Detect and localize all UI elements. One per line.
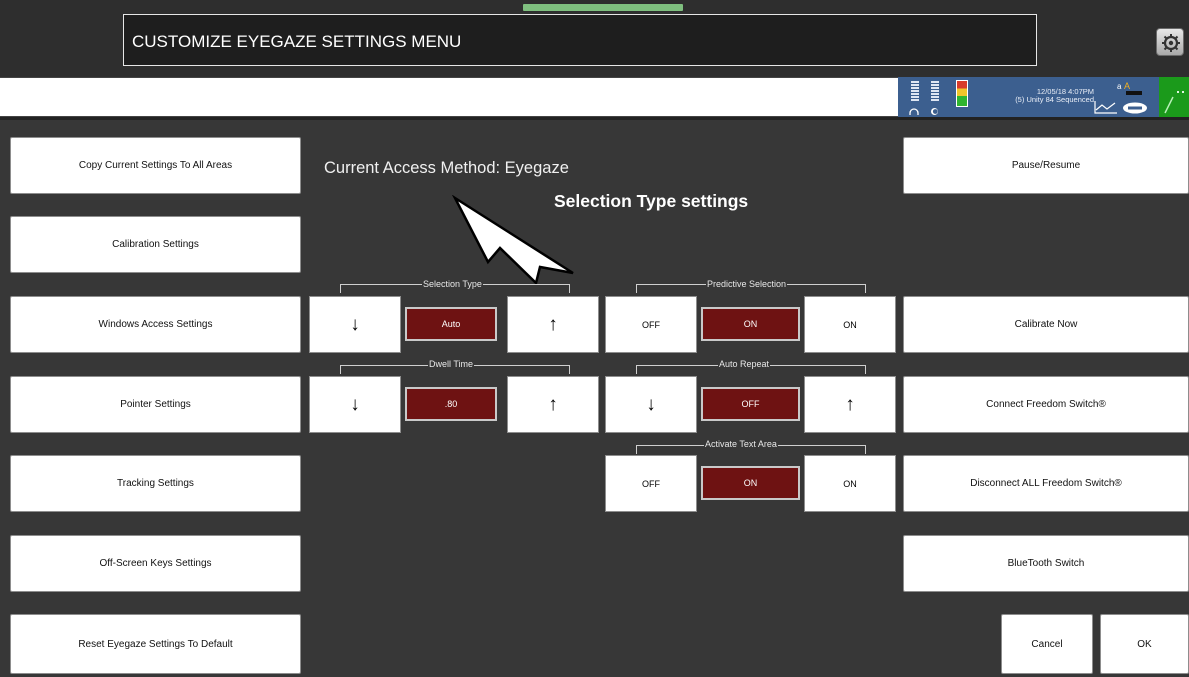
off-screen-keys-settings-button[interactable]: Off-Screen Keys Settings [10, 535, 301, 592]
activate-text-area-value: ON [701, 466, 800, 500]
button-label: Disconnect ALL Freedom Switch® [970, 478, 1122, 489]
selection-type-label: Selection Type [422, 279, 483, 289]
page-title: CUSTOMIZE EYEGAZE SETTINGS MENU [123, 14, 1037, 66]
status-vocabulary: (5) Unity 84 Sequenced [1015, 95, 1094, 104]
activate-text-area-label: Activate Text Area [704, 439, 778, 449]
button-label: OK [1137, 638, 1152, 650]
speech-bubble-icon [1121, 101, 1151, 115]
button-label: Copy Current Settings To All Areas [78, 160, 233, 171]
dwell-time-value: .80 [405, 387, 497, 421]
dwell-time-up-button[interactable]: ↑ [507, 376, 599, 433]
status-text: 12/05/18 4:07PM (5) Unity 84 Sequenced [984, 88, 1094, 104]
battery-icon [956, 80, 968, 107]
predictive-selection-value: ON [701, 307, 800, 341]
auto-repeat-value: OFF [701, 387, 800, 421]
pause-resume-button[interactable]: Pause/Resume [903, 137, 1189, 194]
button-label: Connect Freedom Switch® [986, 399, 1106, 410]
connect-freedom-switch-button[interactable]: Connect Freedom Switch® [903, 376, 1189, 433]
message-window[interactable] [0, 77, 898, 117]
status-green-panel [1159, 77, 1189, 117]
cancel-button[interactable]: Cancel [1001, 614, 1093, 674]
headphones-icon [909, 103, 919, 115]
auto-repeat-down-button[interactable]: ↓ [605, 376, 697, 433]
button-label: Pause/Resume [1011, 160, 1081, 171]
volume-meter [911, 81, 919, 101]
pointer-settings-button[interactable]: Pointer Settings [10, 376, 301, 433]
copy-settings-button[interactable]: Copy Current Settings To All Areas [10, 137, 301, 194]
calibrate-now-button[interactable]: Calibrate Now [903, 296, 1189, 353]
predictive-selection-on-button[interactable]: ON [804, 296, 896, 353]
activate-text-area-off-button[interactable]: OFF [605, 455, 697, 512]
button-label: BlueTooth Switch [1007, 558, 1085, 569]
button-label: Calibration Settings [112, 239, 199, 250]
bluetooth-switch-button[interactable]: BlueTooth Switch [903, 535, 1189, 592]
selection-type-up-button[interactable]: ↑ [507, 296, 599, 353]
divider [0, 117, 1189, 120]
volume-meter [931, 81, 939, 101]
svg-text:a: a [1117, 82, 1122, 91]
selection-type-value: Auto [405, 307, 497, 341]
button-label: Off-Screen Keys Settings [99, 558, 212, 569]
tracking-settings-button[interactable]: Tracking Settings [10, 455, 301, 512]
predictive-selection-off-button[interactable]: OFF [605, 296, 697, 353]
button-label: Windows Access Settings [98, 319, 213, 330]
button-label: Calibrate Now [1014, 319, 1078, 330]
settings-icon[interactable] [1156, 28, 1184, 56]
dwell-time-label: Dwell Time [428, 359, 475, 369]
auto-repeat-up-button[interactable]: ↑ [804, 376, 896, 433]
reset-eyegaze-settings-button[interactable]: Reset Eyegaze Settings To Default [10, 614, 301, 674]
ok-button[interactable]: OK [1100, 614, 1189, 674]
windows-access-settings-button[interactable]: Windows Access Settings [10, 296, 301, 353]
predictive-selection-label: Predictive Selection [706, 279, 788, 289]
button-label: Cancel [1031, 638, 1063, 650]
current-access-method: Current Access Method: Eyegaze [324, 159, 569, 177]
button-label: Reset Eyegaze Settings To Default [78, 638, 233, 650]
active-indicator [523, 4, 683, 11]
info-icon [930, 103, 939, 115]
disconnect-freedom-switch-button[interactable]: Disconnect ALL Freedom Switch® [903, 455, 1189, 512]
svg-text:A: A [1124, 81, 1130, 91]
calibration-settings-button[interactable]: Calibration Settings [10, 216, 301, 273]
chart-icon [1094, 100, 1118, 114]
button-label: Pointer Settings [120, 399, 191, 410]
callout-arrow-icon [440, 194, 580, 290]
selection-type-down-button[interactable]: ↓ [309, 296, 401, 353]
dwell-time-down-button[interactable]: ↓ [309, 376, 401, 433]
auto-repeat-label: Auto Repeat [718, 359, 771, 369]
text-size-icon: a A [1117, 80, 1145, 96]
activate-text-area-on-button[interactable]: ON [804, 455, 896, 512]
button-label: Tracking Settings [117, 478, 194, 489]
callout-label: Selection Type settings [554, 191, 749, 211]
